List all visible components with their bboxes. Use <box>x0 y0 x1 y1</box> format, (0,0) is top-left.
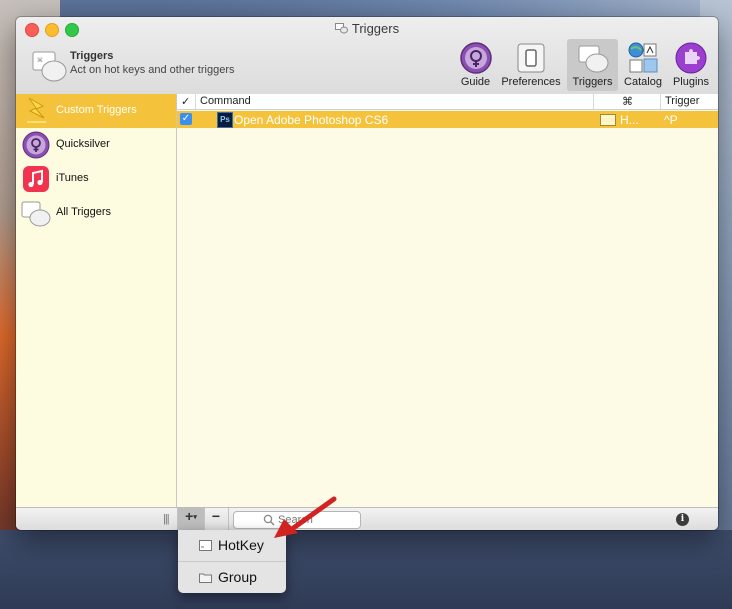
triggers-window: Triggers ⌘ Triggers Act on hot keys and … <box>16 17 718 530</box>
lightning-icon <box>27 97 46 123</box>
add-trigger-button[interactable]: +▾ <box>177 508 205 530</box>
toolbar-catalog-button[interactable]: Catalog <box>620 39 666 91</box>
triggers-icon <box>334 23 348 34</box>
pane-description: Act on hot keys and other triggers <box>70 64 235 76</box>
window-title-text: Triggers <box>351 21 400 36</box>
quicksilver-icon <box>22 131 50 159</box>
trigger-cell: ^P <box>664 113 678 127</box>
sidebar-item-custom-triggers[interactable]: Custom Triggers <box>16 94 176 128</box>
column-header-enabled[interactable]: ✓ <box>181 95 190 108</box>
info-button[interactable]: i <box>676 513 689 526</box>
sidebar-item-label: All Triggers <box>56 206 112 218</box>
triggers-icon <box>578 45 608 73</box>
toolbar-plugins-label: Plugins <box>672 76 710 88</box>
folder-icon <box>199 573 212 583</box>
remove-trigger-label: − <box>211 508 221 524</box>
trigger-sources-sidebar: Custom Triggers Quicksilver iTunes All T… <box>16 94 177 507</box>
table-row[interactable]: ✓ Ps Open Adobe Photoshop CS6 H... ^P <box>177 111 718 128</box>
menu-item-group[interactable]: Group <box>178 562 286 593</box>
toolbar-preferences-button[interactable]: Preferences <box>498 39 564 91</box>
toolbar-triggers-label: Triggers <box>572 76 613 88</box>
menu-item-label: Group <box>218 569 257 585</box>
preferences-icon <box>517 43 545 73</box>
sidebar-item-label: Quicksilver <box>56 138 110 150</box>
table-header: ✓ Command ⌘ Trigger <box>177 94 718 110</box>
triggers-icon: ⌘ <box>32 51 67 82</box>
catalog-icon <box>628 42 658 73</box>
column-header-command[interactable]: Command <box>200 95 251 107</box>
toolbar-guide-label: Guide <box>460 76 491 88</box>
column-separator <box>593 94 594 109</box>
chevron-down-icon: ▾ <box>193 514 197 521</box>
bottom-bar: ||| +▾ − i <box>16 507 718 530</box>
column-header-trigger[interactable]: Trigger <box>665 95 699 107</box>
sidebar-item-label: iTunes <box>56 172 89 184</box>
enabled-checkbox[interactable]: ✓ <box>180 113 192 125</box>
quicksilver-guide-icon <box>459 42 492 74</box>
toolbar-catalog-label: Catalog <box>624 76 662 88</box>
sidebar-item-itunes[interactable]: iTunes <box>16 162 176 196</box>
svg-text:⌘: ⌘ <box>37 57 43 64</box>
toolbar-preferences-label: Preferences <box>501 76 561 88</box>
toolbar-guide-button[interactable]: Guide <box>457 39 494 91</box>
sidebar-item-label: Custom Triggers <box>56 104 137 116</box>
pane-name: Triggers <box>70 50 114 62</box>
window-title: Triggers <box>16 21 718 36</box>
plugins-icon <box>675 42 707 74</box>
column-separator <box>660 94 661 109</box>
toolbar-triggers-button[interactable]: Triggers <box>567 39 618 91</box>
toolbar-plugins-button[interactable]: Plugins <box>670 39 712 91</box>
triggers-table: ✓ Command ⌘ Trigger ✓ Ps Open Adobe Phot… <box>177 94 718 507</box>
remove-trigger-button[interactable]: − <box>204 508 229 530</box>
triggers-icon <box>21 201 51 227</box>
hotkey-icon <box>199 540 212 551</box>
sidebar-resize-handle[interactable]: ||| <box>163 513 170 525</box>
command-cell: Open Adobe Photoshop CS6 <box>234 113 389 127</box>
column-header-kind[interactable]: ⌘ <box>622 95 633 108</box>
kind-cell: H... <box>620 113 639 127</box>
title-bar: Triggers ⌘ Triggers Act on hot keys and … <box>16 17 718 95</box>
itunes-icon <box>23 166 49 192</box>
menu-item-label: HotKey <box>218 537 264 553</box>
sidebar-item-quicksilver[interactable]: Quicksilver <box>16 128 176 162</box>
column-separator <box>195 94 196 109</box>
photoshop-icon: Ps <box>217 112 233 128</box>
desktop-wallpaper-bottom <box>0 530 732 609</box>
hotkey-icon <box>600 114 616 126</box>
sidebar-item-all-triggers[interactable]: All Triggers <box>16 196 176 230</box>
red-arrow-annotation <box>274 496 337 538</box>
